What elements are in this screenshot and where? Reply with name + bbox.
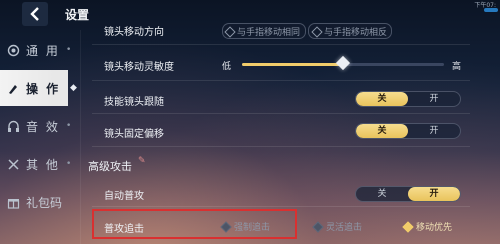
diamond-icon [224, 25, 236, 38]
sidebar-item-controls[interactable]: 操 作 ◆ [0, 70, 77, 106]
toggle-on-option[interactable]: 开 [408, 187, 460, 201]
toggle-off-option[interactable]: 关 [356, 187, 408, 201]
pen-mark-icon: ✎ [138, 156, 146, 166]
target-icon [6, 43, 20, 57]
toggle-on-option[interactable]: 开 [408, 124, 460, 138]
camera-sensitivity-label: 镜头移动灵敏度 [104, 62, 174, 73]
diamond-selected-icon [402, 220, 414, 233]
dot-separator: • [66, 45, 72, 55]
skill-camera-follow-toggle[interactable]: 关 开 [355, 91, 461, 107]
sidebar-item-label: 礼包码 [26, 195, 63, 210]
chevron-left-icon [30, 7, 39, 21]
camera-direction-option-opposite[interactable]: 与手指移动相反 [311, 25, 387, 38]
slider-low-label: 低 [222, 62, 232, 72]
sidebar-item-label: 通 用 [26, 43, 60, 58]
brush-icon [6, 81, 20, 95]
sidebar-item-gift-code[interactable]: 礼包码 [0, 184, 78, 220]
dot-separator: • [66, 159, 72, 169]
active-diamond-icon: ◆ [70, 83, 77, 93]
camera-direction-label: 镜头移动方向 [104, 27, 164, 38]
chase-option-flexible[interactable]: 灵活追击 [312, 220, 362, 233]
settings-sidebar: 通 用 • 操 作 ◆ 音 效 • 其 他 • 礼包码 [0, 30, 78, 220]
slider-fill [242, 63, 343, 66]
back-button[interactable] [22, 2, 48, 26]
row-divider [92, 206, 470, 207]
sidebar-item-audio[interactable]: 音 效 • [0, 108, 78, 144]
sidebar-item-label: 其 他 [26, 157, 60, 172]
slider-thumb[interactable] [335, 55, 351, 71]
chase-option-forced[interactable]: 强制追击 [220, 220, 270, 233]
status-indicator [484, 8, 498, 12]
diamond-icon [312, 220, 324, 233]
sensitivity-slider[interactable] [242, 55, 444, 71]
camera-fixed-offset-label: 镜头固定偏移 [104, 129, 164, 140]
camera-direction-option-same[interactable]: 与手指移动相同 [224, 25, 300, 38]
gift-icon [6, 195, 20, 209]
auto-attack-toggle[interactable]: 关 开 [355, 186, 461, 202]
page-title: 设置 [65, 8, 90, 22]
headphones-icon [6, 119, 20, 133]
toggle-off-option[interactable]: 关 [356, 124, 408, 138]
chase-attack-label: 普攻追击 [104, 224, 144, 235]
sidebar-item-general[interactable]: 通 用 • [0, 32, 78, 68]
row-divider [92, 146, 470, 147]
chase-option-move-priority[interactable]: 移动优先 [402, 220, 452, 233]
dot-separator: • [66, 121, 72, 131]
slider-high-label: 高 [452, 62, 462, 72]
row-divider [92, 113, 470, 114]
row-divider [92, 44, 470, 45]
toggle-off-option[interactable]: 关 [356, 92, 408, 106]
tools-icon [6, 157, 20, 171]
section-title-advanced-attack: 高级攻击 [88, 160, 132, 173]
sidebar-item-label: 音 效 [26, 119, 60, 134]
diamond-icon [220, 220, 232, 233]
diamond-icon [311, 25, 323, 38]
skill-camera-follow-label: 技能镜头跟随 [104, 97, 164, 108]
camera-fixed-offset-toggle[interactable]: 关 开 [355, 123, 461, 139]
toggle-on-option[interactable]: 开 [408, 92, 460, 106]
sidebar-item-other[interactable]: 其 他 • [0, 146, 78, 182]
auto-attack-label: 自动普攻 [104, 191, 144, 202]
sidebar-divider [80, 30, 81, 244]
row-divider [92, 80, 470, 81]
sidebar-item-label: 操 作 [26, 81, 61, 96]
